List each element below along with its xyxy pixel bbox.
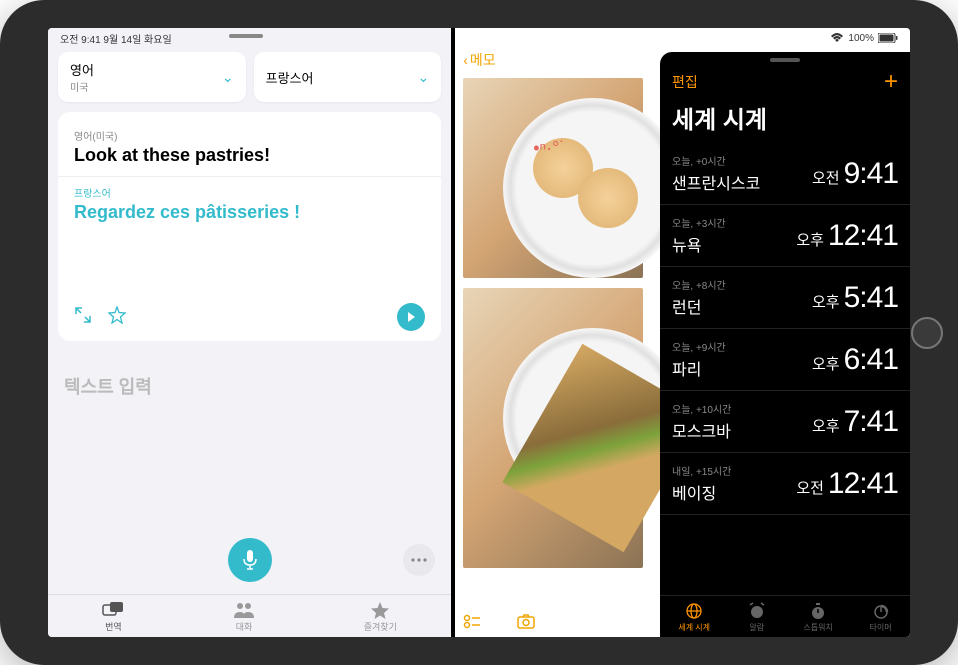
clock-row[interactable]: 오늘, +10시간모스크바 오후7:41 [660,391,910,453]
clock-time: 12:41 [828,467,898,501]
tab-translate[interactable]: 번역 [102,601,124,633]
clock-ampm: 오전 [796,477,824,498]
clock-time: 5:41 [844,281,898,315]
clock-ampm: 오후 [796,229,824,250]
translate-app: 영어 미국 ⌄ 프랑스어 ⌄ 영어(미국) Look at these past… [48,28,451,637]
target-lang-name: 프랑스어 [266,68,314,87]
timer-icon [871,602,891,620]
clock-row[interactable]: 오늘, +0시간샌프란시스코 오전9:41 [660,143,910,205]
world-clock-list: 오늘, +0시간샌프란시스코 오전9:41 오늘, +3시간뉴욕 오후12:41… [660,143,910,515]
status-bar: 오전 9:41 9월 14일 화요일 100% [48,28,910,48]
text-input-field[interactable]: 텍스트 입력 [48,357,451,415]
tab-label: 번역 [105,620,122,633]
clock-offset: 오늘, +10시간 [672,401,731,416]
home-button[interactable] [911,317,943,349]
tab-label: 즐겨찾기 [364,620,397,633]
source-language-label: 영어(미국) [74,128,425,143]
clock-row[interactable]: 내일, +15시간베이징 오전12:41 [660,453,910,515]
clock-offset: 오늘, +9시간 [672,339,726,354]
chevron-down-icon: ⌄ [418,69,430,86]
star-icon [369,601,391,619]
camera-icon[interactable] [517,613,535,631]
target-language-selector[interactable]: 프랑스어 ⌄ [254,52,442,102]
status-time-date: 오전 9:41 9월 14일 화요일 [60,31,172,46]
clock-city: 샌프란시스코 [672,170,760,194]
more-options-button[interactable] [403,544,435,576]
microphone-button[interactable] [228,538,272,582]
clock-city: 파리 [672,356,726,380]
clock-city: 런던 [672,294,726,318]
chevron-left-icon: ‹ [463,52,468,68]
source-lang-region: 미국 [70,79,94,94]
status-right: 100% [830,33,898,44]
people-icon [233,601,255,619]
clock-time: 9:41 [844,157,898,191]
tab-stopwatch[interactable]: 스톱워치 [803,602,832,633]
clock-row[interactable]: 오늘, +3시간뉴욕 오후12:41 [660,205,910,267]
tab-conversation[interactable]: 대화 [233,601,255,633]
clock-offset: 오늘, +8시간 [672,277,726,292]
tab-world-clock[interactable]: 세계 시계 [678,602,710,633]
translated-text: Regardez ces pâtisseries ! [74,202,425,223]
clock-time: 6:41 [844,343,898,377]
battery-icon [878,33,898,43]
tab-alarm[interactable]: 알람 [747,602,767,633]
source-language-selector[interactable]: 영어 미국 ⌄ [58,52,246,102]
clock-time: 7:41 [844,405,898,439]
tab-timer[interactable]: 타이머 [870,602,892,633]
clock-row[interactable]: 오늘, +9시간파리 오후6:41 [660,329,910,391]
play-audio-button[interactable] [397,303,425,331]
notes-back-button[interactable]: ‹ 메모 [463,50,495,70]
translate-tab-bar: 번역 대화 즐겨찾기 [48,594,451,637]
notes-app: ‹ 메모 [455,28,910,637]
clock-offset: 오늘, +3시간 [672,215,726,230]
expand-icon[interactable] [74,306,92,329]
clock-app-handle[interactable] [770,58,800,62]
stopwatch-icon [808,602,828,620]
target-language-label: 프랑스어 [74,185,425,200]
alarm-icon [747,602,767,620]
clock-city: 베이징 [672,480,731,504]
clock-ampm: 오후 [812,353,840,374]
tab-favorites[interactable]: 즐겨찾기 [364,601,397,633]
source-text[interactable]: Look at these pastries! [74,145,425,166]
clock-edit-button[interactable]: 편집 [672,72,698,92]
clock-offset: 오늘, +0시간 [672,153,760,168]
globe-icon [684,602,704,620]
notes-toolbar [463,613,535,631]
translate-icon [102,601,124,619]
notes-back-label: 메모 [470,50,496,70]
tab-label: 대화 [236,620,253,633]
clock-add-button[interactable]: + [884,68,898,96]
chevron-down-icon: ⌄ [222,69,234,86]
clock-time: 12:41 [828,219,898,253]
note-image[interactable] [463,288,643,568]
clock-offset: 내일, +15시간 [672,463,731,478]
clock-row[interactable]: 오늘, +8시간런던 오후5:41 [660,267,910,329]
tab-label: 알람 [749,622,764,633]
translation-card: 영어(미국) Look at these pastries! 프랑스어 Rega… [58,112,441,341]
world-clock-title: 세계 시계 [660,100,910,143]
translate-app-handle[interactable] [229,34,263,38]
favorite-star-icon[interactable] [108,306,126,329]
clock-tab-bar: 세계 시계 알람 스톱워치 타이머 [660,595,910,637]
tab-label: 세계 시계 [678,622,710,633]
tab-label: 타이머 [870,622,892,633]
source-lang-name: 영어 [70,60,94,79]
clock-ampm: 오후 [812,415,840,436]
clock-city: 뉴욕 [672,232,726,256]
clock-ampm: 오후 [812,291,840,312]
tab-label: 스톱워치 [803,622,832,633]
battery-percent: 100% [848,33,874,44]
clock-city: 모스크바 [672,418,731,442]
clock-app-slideover: 편집 + 세계 시계 오늘, +0시간샌프란시스코 오전9:41 오늘, +3시… [660,52,910,637]
note-image[interactable] [463,78,643,278]
clock-ampm: 오전 [812,167,840,188]
checklist-icon[interactable] [463,613,481,631]
wifi-icon [830,33,844,43]
